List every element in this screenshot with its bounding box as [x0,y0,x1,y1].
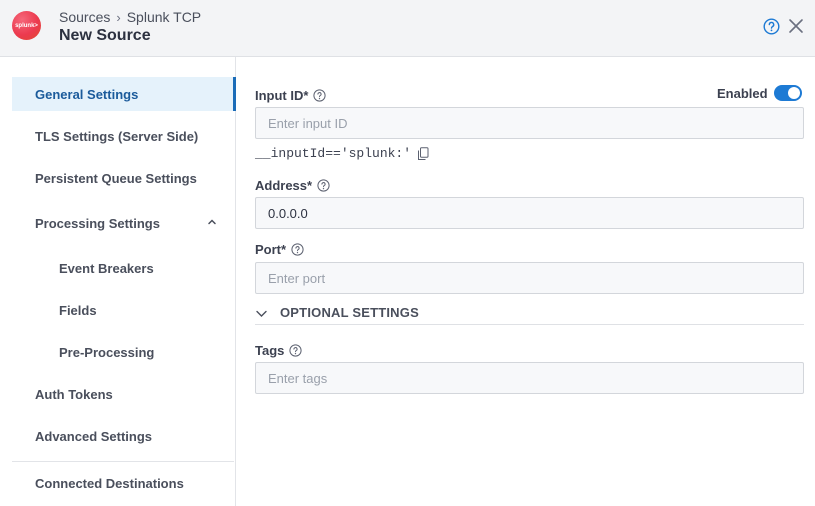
port-field[interactable] [255,262,804,294]
sidebar-item-fields[interactable]: Fields [12,293,234,327]
toggle-knob [787,87,800,99]
sidebar-item-label: General Settings [35,86,139,102]
sidebar-item-label: Persistent Queue Settings [35,170,197,186]
input-id-label-text: Input ID* [255,88,309,103]
sidebar-item-label: Processing Settings [35,215,160,231]
optional-settings-label: OPTIONAL SETTINGS [280,305,419,320]
help-icon[interactable] [289,344,302,357]
sidebar-item-tls-settings[interactable]: TLS Settings (Server Side) [12,119,234,153]
help-icon[interactable] [313,89,327,102]
sidebar-item-label: Fields [59,302,97,318]
sidebar-item-label: Pre-Processing [59,344,155,360]
sidebar-item-connected-destinations[interactable]: Connected Destinations [12,466,234,500]
sidebar-item-label: Advanced Settings [35,428,153,444]
sidebar-item-label: Connected Destinations [35,475,184,491]
sidebar-item-processing-settings[interactable]: Processing Settings [12,206,234,240]
enabled-toggle-group: Enabled [717,85,802,101]
sidebar-item-event-breakers[interactable]: Event Breakers [12,251,234,285]
address-label: Address* [255,178,330,193]
splunk-logo: splunk> [12,11,41,40]
header: splunk> Sources › Splunk TCP New Source [0,0,815,57]
port-label: Port* [255,242,304,257]
enabled-label: Enabled [717,85,768,101]
chevron-down-icon [256,310,267,317]
address-label-text: Address* [255,178,313,193]
input-id-expression: __inputId=='splunk:' [255,146,429,161]
address-field[interactable] [255,197,804,229]
logo-text: splunk> [15,22,38,29]
sidebar-item-label: Auth Tokens [35,386,113,402]
close-icon[interactable] [788,18,804,34]
breadcrumb-separator: › [116,9,121,25]
optional-settings-toggle[interactable]: OPTIONAL SETTINGS [255,305,804,325]
sidebar-item-pre-processing[interactable]: Pre-Processing [12,335,234,369]
sidebar-item-label: Event Breakers [59,260,154,276]
sidebar: General Settings TLS Settings (Server Si… [0,57,236,506]
sidebar-item-auth-tokens[interactable]: Auth Tokens [12,377,234,411]
help-icon[interactable] [317,179,330,192]
sidebar-divider [12,461,234,462]
sidebar-item-general-settings[interactable]: General Settings [12,77,236,111]
input-id-expression-text: __inputId=='splunk:' [255,146,412,161]
sidebar-item-advanced-settings[interactable]: Advanced Settings [12,419,234,453]
input-id-field[interactable] [255,107,804,139]
port-label-text: Port* [255,242,287,257]
tags-label-text: Tags [255,343,285,358]
breadcrumb: Sources › Splunk TCP [59,9,201,25]
breadcrumb-sources[interactable]: Sources [59,9,110,25]
breadcrumb-splunk-tcp: Splunk TCP [126,9,202,25]
sidebar-item-persistent-queue[interactable]: Persistent Queue Settings [12,161,234,195]
tags-label: Tags [255,343,302,358]
help-icon[interactable] [763,18,780,35]
chevron-up-icon[interactable] [207,217,217,227]
input-id-label: Input ID* [255,88,327,103]
help-icon[interactable] [291,243,304,256]
sidebar-item-label: TLS Settings (Server Side) [35,128,199,144]
copy-icon[interactable] [417,146,429,161]
enabled-toggle[interactable] [773,85,802,101]
tags-field[interactable] [255,362,804,394]
page-title: New Source [59,27,151,44]
